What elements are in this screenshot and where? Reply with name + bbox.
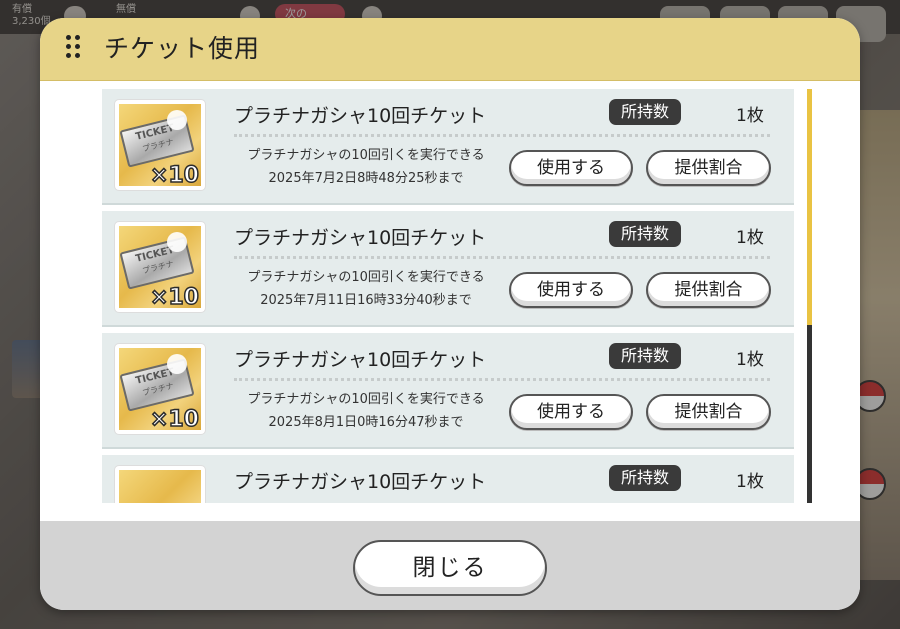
ticket-image: TICKET プラチナ ×10 (115, 344, 205, 434)
ticket-multiplier: ×10 (149, 406, 200, 433)
ticket-image: TICKET プラチナ ×10 (115, 222, 205, 312)
ticket-image (115, 466, 205, 503)
close-button[interactable]: 閉じる (353, 540, 547, 596)
owned-count: 1枚 (736, 106, 764, 126)
drop-rate-button[interactable]: 提供割合 (646, 394, 771, 430)
ticket-expiry: 2025年7月2日8時48分25秒まで (268, 171, 464, 186)
ticket-use-dialog: チケット使用 TICKET プラチナ ×10 プラチナガシャ10回チケット 所持数… (40, 18, 860, 610)
use-button[interactable]: 使用する (509, 394, 633, 430)
ticket-description: プラチナガシャの10回引くを実行できる 2025年8月1日0時16分47秒まで (247, 392, 485, 430)
ticket-name: プラチナガシャ10回チケット (234, 471, 487, 493)
ticket-description: プラチナガシャの10回引くを実行できる 2025年7月2日8時48分25秒まで (247, 148, 485, 186)
drop-rate-button[interactable]: 提供割合 (646, 272, 771, 308)
owned-count: 1枚 (736, 228, 764, 248)
ticket-row: プラチナガシャ10回チケット 所持数 1枚 (102, 455, 794, 503)
sparkle-icon (167, 110, 187, 130)
owned-badge: 所持数 (609, 343, 681, 369)
sparkle-icon (167, 232, 187, 252)
ticket-row: TICKET プラチナ ×10 プラチナガシャ10回チケット 所持数 1枚 プラチ… (102, 333, 794, 449)
dialog-title: チケット使用 (104, 34, 261, 63)
ticket-expiry: 2025年8月1日0時16分47秒まで (268, 415, 464, 430)
owned-count: 1枚 (736, 350, 764, 370)
ticket-row: TICKET プラチナ ×10 プラチナガシャ10回チケット 所持数 1枚 プラチ… (102, 211, 794, 327)
scrollbar-thumb[interactable] (807, 89, 812, 325)
owned-count: 1枚 (736, 472, 764, 492)
dialog-header: チケット使用 (40, 18, 860, 81)
ticket-multiplier: ×10 (149, 284, 200, 311)
owned-badge: 所持数 (609, 99, 681, 125)
owned-badge: 所持数 (609, 465, 681, 491)
drag-handle-icon (66, 35, 80, 65)
dialog-footer: 閉じる (40, 521, 860, 610)
drop-rate-button[interactable]: 提供割合 (646, 150, 771, 186)
ticket-row: TICKET プラチナ ×10 プラチナガシャ10回チケット 所持数 1枚 プラチ… (102, 89, 794, 205)
ticket-description: プラチナガシャの10回引くを実行できる 2025年7月11日16時33分40秒ま… (247, 270, 485, 308)
use-button[interactable]: 使用する (509, 150, 633, 186)
owned-badge: 所持数 (609, 221, 681, 247)
ticket-name: プラチナガシャ10回チケット (234, 227, 487, 249)
divider (234, 378, 770, 381)
sparkle-icon (167, 354, 187, 374)
ticket-list[interactable]: TICKET プラチナ ×10 プラチナガシャ10回チケット 所持数 1枚 プラチ… (102, 89, 802, 503)
use-button[interactable]: 使用する (509, 272, 633, 308)
ticket-multiplier: ×10 (149, 162, 200, 189)
ticket-name: プラチナガシャ10回チケット (234, 105, 487, 127)
ticket-name: プラチナガシャ10回チケット (234, 349, 487, 371)
divider (234, 256, 770, 259)
ticket-image: TICKET プラチナ ×10 (115, 100, 205, 190)
divider (234, 134, 770, 137)
ticket-expiry: 2025年7月11日16時33分40秒まで (260, 293, 472, 308)
